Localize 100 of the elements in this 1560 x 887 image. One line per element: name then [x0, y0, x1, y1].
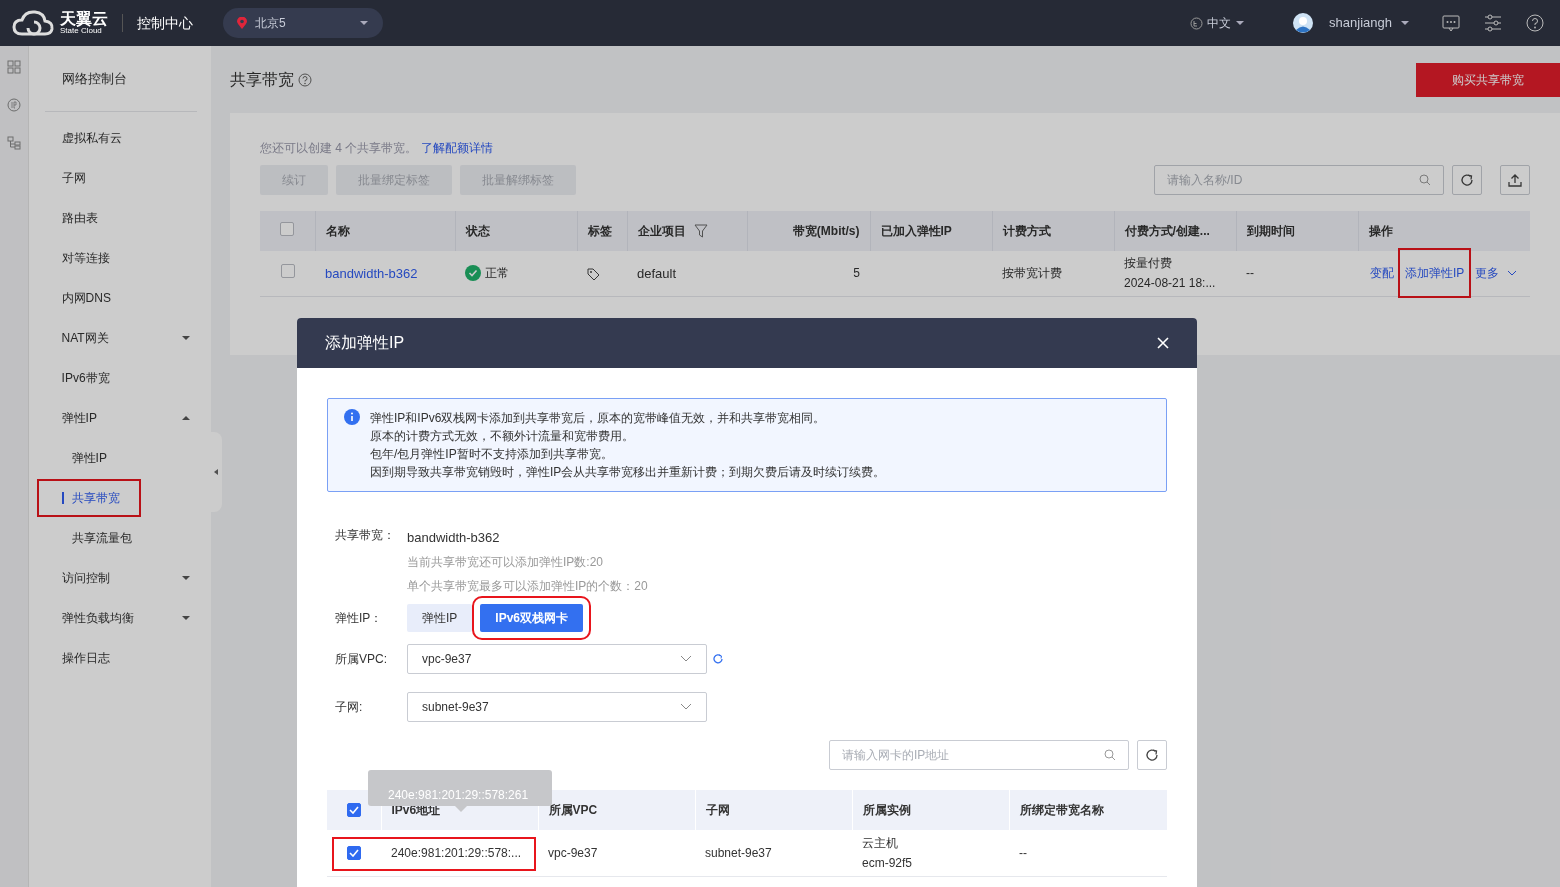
column-header: 计费方式 [992, 211, 1114, 251]
tag-icon[interactable] [587, 267, 600, 281]
language-selector[interactable]: 中文 [1207, 14, 1232, 32]
hint-text: 当前共享带宽还可以添加弹性IP数:20 [407, 554, 605, 571]
table-cell-text: ecm-92f5 [862, 854, 914, 872]
topology-icon[interactable] [6, 136, 21, 150]
brand-subtitle: State Cloud [60, 27, 102, 35]
column-header: 到期时间 [1236, 211, 1358, 251]
filter-icon[interactable] [693, 224, 708, 238]
chevron-down-icon[interactable] [1507, 269, 1518, 277]
refresh-icon [1145, 748, 1159, 762]
table-cell-text: 云主机 [862, 834, 899, 852]
refresh-icon [1460, 173, 1474, 187]
sidebar-title: 网络控制台 [61, 69, 127, 88]
settings-icon[interactable] [1484, 14, 1502, 32]
checkbox[interactable] [347, 845, 361, 860]
field-label: 共享带宽： [335, 527, 396, 544]
column-header: 带宽(Mbit/s) [747, 211, 870, 251]
notice-text: 原本的计费方式无效，不额外计流量和宽带费用。 [370, 428, 635, 445]
refresh-icon[interactable] [713, 653, 724, 665]
search-icon[interactable] [1419, 174, 1431, 186]
table-cell: default [627, 251, 747, 296]
caret-icon[interactable] [180, 574, 191, 582]
sidebar-item[interactable]: IPv6带宽 [44, 358, 197, 398]
sidebar-subitem[interactable]: 弹性IP [44, 438, 197, 478]
console-title[interactable]: 控制中心 [137, 12, 193, 34]
column-header: 所属VPC [538, 790, 695, 830]
table-cell: 240e:981:201:29::578:... [381, 830, 538, 876]
location-pin-icon [237, 17, 247, 29]
close-icon[interactable] [1157, 337, 1169, 349]
checkbox[interactable] [280, 221, 295, 236]
caret-icon[interactable] [1235, 19, 1246, 27]
table-cell: -- [1009, 830, 1167, 876]
sidebar-item[interactable]: NAT网关 [44, 318, 197, 358]
action-link[interactable]: 变配 [1370, 264, 1394, 283]
message-icon[interactable] [1442, 14, 1460, 32]
select-field[interactable]: subnet-9e37 [407, 692, 707, 722]
caret-icon[interactable] [180, 414, 191, 422]
select-field[interactable]: vpc-9e37 [407, 644, 707, 674]
check-circle-icon [465, 265, 481, 282]
action-link[interactable]: 更多 [1475, 264, 1500, 283]
help-icon[interactable] [298, 73, 312, 87]
sidebar-item[interactable]: 弹性负载均衡 [44, 598, 197, 638]
sidebar-subitem[interactable]: 共享流量包 [44, 518, 197, 558]
chevron-down-icon[interactable] [680, 703, 692, 711]
column-header: 企业项目 [637, 223, 686, 240]
search-icon[interactable] [1104, 749, 1116, 761]
checkbox[interactable] [280, 263, 295, 278]
column-header: 名称 [315, 211, 455, 251]
quota-link[interactable]: 了解配额详情 [421, 141, 494, 155]
table-cell: 5 [747, 251, 870, 296]
info-icon [344, 409, 360, 425]
column-header: 所绑定带宽名称 [1009, 790, 1167, 830]
refresh-button[interactable] [1452, 165, 1482, 195]
field-label: 子网: [335, 699, 364, 716]
avatar-icon[interactable] [1293, 13, 1314, 33]
field-value: bandwidth-b362 [407, 529, 501, 547]
export-icon [1508, 173, 1522, 187]
hint-text: 单个共享带宽最多可以添加弹性IP的个数：20 [407, 578, 648, 595]
field-label: 弹性IP： [335, 610, 384, 627]
column-header: 子网 [695, 790, 852, 830]
caret-icon[interactable] [359, 19, 369, 27]
sidebar-item[interactable]: 路由表 [44, 198, 197, 238]
sidebar-item[interactable]: 访问控制 [44, 558, 197, 598]
language-icon[interactable] [1190, 16, 1204, 30]
brand-name: 天翼云 [60, 11, 108, 27]
table-cell: -- [1236, 251, 1358, 296]
column-header: 操作 [1358, 211, 1530, 251]
notice-text: 包年/包月弹性IP暂时不支持添加到共享带宽。 [370, 446, 614, 463]
table-cell: subnet-9e37 [695, 830, 852, 876]
column-header: 付费方式/创建... [1114, 211, 1236, 251]
sidebar-item[interactable]: 弹性IP [44, 398, 197, 438]
checkbox[interactable] [346, 803, 361, 817]
notice-text: 弹性IP和IPv6双栈网卡添加到共享带宽后，原本的宽带峰值无效，并和共享带宽相同。 [370, 410, 827, 427]
caret-icon[interactable] [180, 614, 191, 622]
sidebar-item[interactable]: 虚拟私有云 [44, 118, 197, 158]
region-selector[interactable]: 北京5 [223, 8, 383, 38]
sidebar-item[interactable]: 对等连接 [44, 238, 197, 278]
type-tab[interactable]: 弹性IP [407, 604, 473, 632]
page-title: 共享带宽 [230, 70, 294, 90]
caret-icon[interactable] [1400, 19, 1410, 27]
export-button[interactable] [1500, 165, 1530, 195]
buy-button[interactable]: 购买共享带宽 [1416, 63, 1560, 97]
sidebar-item[interactable]: 内网DNS [44, 278, 197, 318]
notice-text: 因到期导致共享带宽销毁时，弹性IP会从共享带宽移出并重新计费；到期欠费后请及时续订续费。 [370, 464, 886, 481]
column-header: 已加入弹性IP [870, 211, 992, 251]
column-header: 状态 [455, 211, 577, 251]
table-cell-text: 2024-08-21 18:... [1124, 275, 1217, 293]
user-name[interactable]: shanjiangh [1329, 13, 1392, 33]
field-label: 所属VPC: [335, 651, 388, 668]
help-icon[interactable] [1526, 14, 1544, 32]
sidebar-item[interactable]: 子网 [44, 158, 197, 198]
table-cell-text: 按量付费 [1124, 255, 1173, 273]
sidebar-item[interactable]: 操作日志 [44, 638, 197, 678]
chevron-down-icon[interactable] [680, 655, 692, 663]
tooltip: 240e:981:201:29::578:261 [368, 770, 552, 806]
caret-icon[interactable] [180, 334, 191, 342]
caret-icon[interactable] [213, 468, 220, 476]
bandwidth-name-link[interactable]: bandwidth-b362 [325, 265, 418, 281]
refresh-button[interactable] [1137, 740, 1167, 770]
